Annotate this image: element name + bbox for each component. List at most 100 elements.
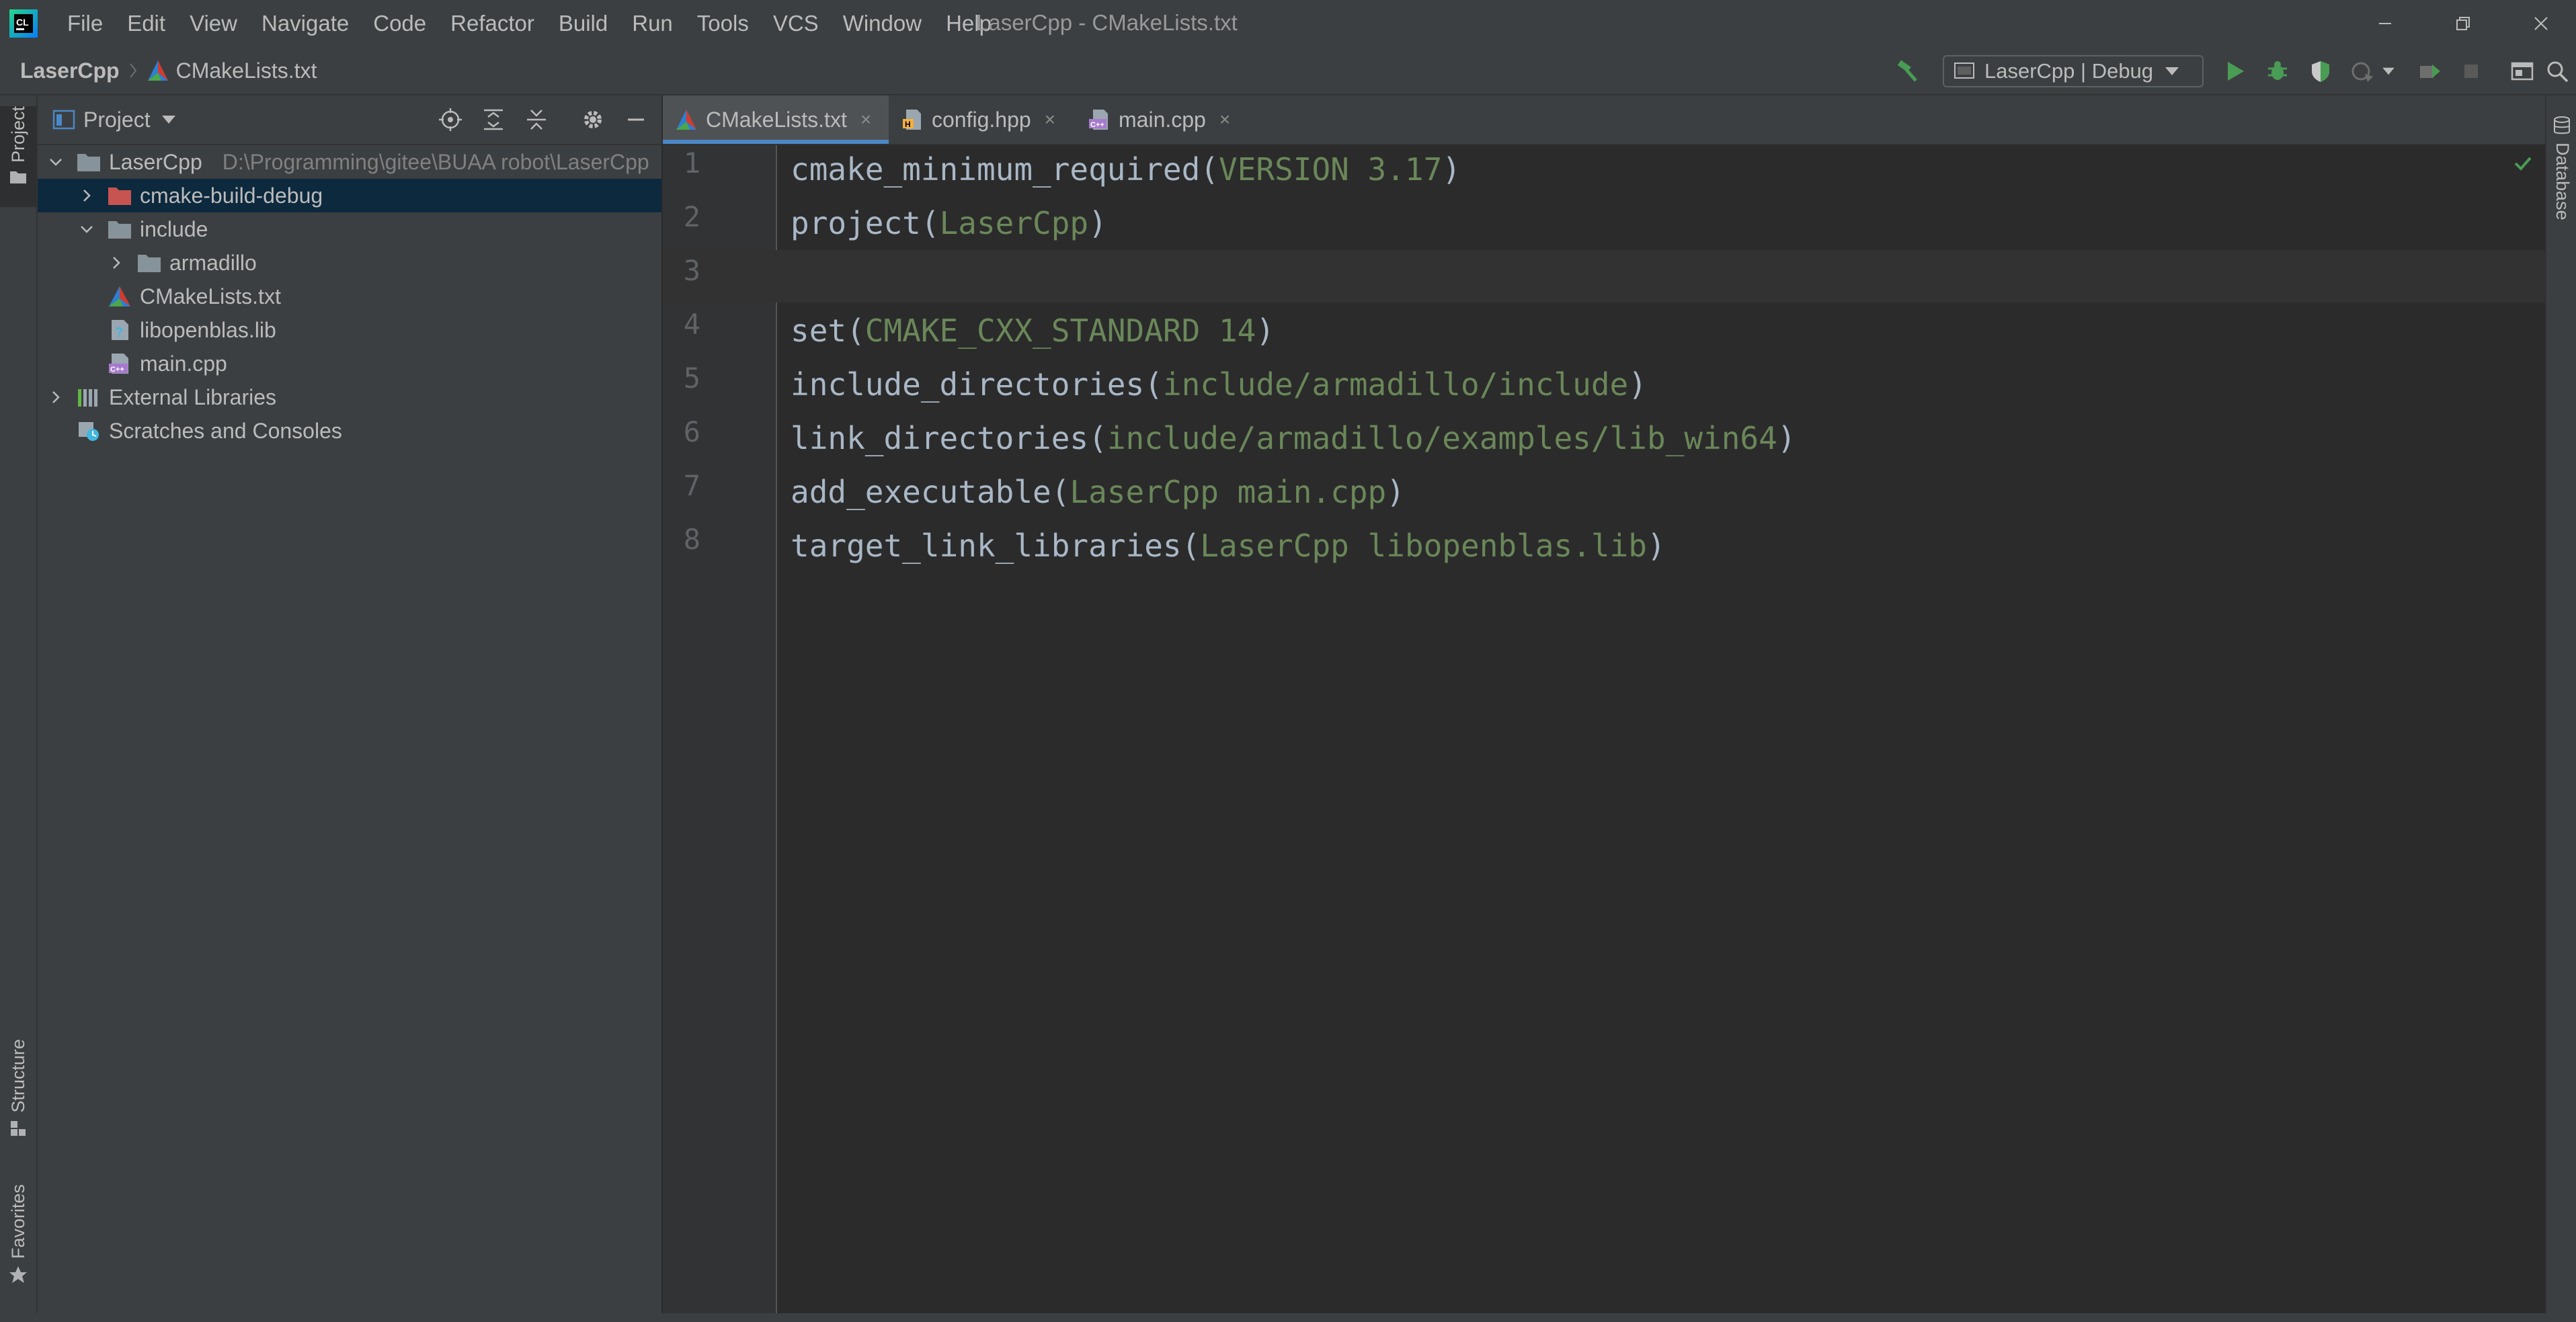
tree-item-external-libraries[interactable]: External Libraries — [38, 380, 661, 414]
tree-item-label: include — [140, 216, 208, 241]
project-tab-label: Project — [7, 106, 28, 163]
breadcrumb-file[interactable]: CMakeLists.txt — [147, 58, 317, 83]
database-icon — [2554, 116, 2570, 134]
code-line[interactable]: include_directories(include/armadillo/in… — [791, 358, 1647, 411]
line-number: 4 — [683, 308, 700, 341]
database-tool-tab[interactable]: Database — [2552, 142, 2573, 220]
menu-navigate[interactable]: Navigate — [249, 0, 361, 47]
gear-icon[interactable] — [581, 108, 605, 132]
structure-icon — [11, 1120, 26, 1136]
menu-vcs[interactable]: VCS — [761, 0, 831, 47]
search-everywhere-button[interactable] — [2544, 58, 2571, 85]
code-line[interactable]: add_executable(LaserCpp main.cpp) — [791, 465, 1405, 519]
tab-main-cpp[interactable]: C++ main.cpp × — [1076, 95, 1245, 144]
tab-label: config.hpp — [932, 107, 1031, 132]
tree-item-include[interactable]: include — [38, 212, 661, 246]
tree-item-label: External Libraries — [109, 384, 276, 409]
menu-code[interactable]: Code — [361, 0, 438, 47]
status-bar — [0, 1313, 2576, 1322]
code-line[interactable]: project(LaserCpp) — [791, 196, 1107, 250]
minimize-button[interactable] — [2346, 0, 2424, 47]
line-number: 5 — [683, 362, 700, 395]
chevron-down-icon[interactable] — [48, 155, 63, 169]
menu-refactor[interactable]: Refactor — [438, 0, 547, 47]
hide-panel-icon[interactable] — [624, 108, 648, 132]
project-structure-button[interactable] — [2509, 58, 2536, 85]
favorites-tool-tab[interactable]: Favorites — [0, 1184, 36, 1305]
project-tool-tab[interactable]: Project — [0, 106, 36, 207]
folder-icon — [10, 171, 26, 184]
expand-all-icon[interactable] — [481, 108, 506, 132]
collapse-all-icon[interactable] — [524, 108, 549, 132]
folder-icon — [77, 154, 100, 171]
tree-item-main-cpp[interactable]: C++ main.cpp — [38, 347, 661, 380]
close-tab-icon[interactable]: × — [860, 109, 871, 130]
close-window-button[interactable] — [2502, 0, 2576, 47]
restore-icon — [2456, 17, 2470, 30]
breadcrumb-project[interactable]: LaserCpp — [20, 58, 120, 83]
run-icon — [2228, 62, 2244, 81]
restore-button[interactable] — [2424, 0, 2502, 47]
run-config-label: LaserCpp | Debug — [1984, 59, 2154, 83]
attach-icon — [2420, 65, 2440, 78]
cmake-file-icon — [109, 286, 130, 306]
no-problems-check-icon[interactable] — [2513, 153, 2533, 173]
chevron-down-icon[interactable] — [161, 115, 176, 124]
svg-text:C++: C++ — [1090, 121, 1104, 129]
close-tab-icon[interactable]: × — [1045, 109, 1055, 130]
tree-item-scratches[interactable]: Scratches and Consoles — [38, 414, 661, 448]
window-title: LaserCpp - CMakeLists.txt — [976, 10, 1238, 35]
code-line[interactable]: target_link_libraries(LaserCpp libopenbl… — [791, 519, 1666, 573]
tab-config-hpp[interactable]: H config.hpp × — [889, 95, 1076, 144]
tree-item-armadillo[interactable]: armadillo — [38, 246, 661, 280]
breadcrumb-file-label: CMakeLists.txt — [175, 58, 317, 83]
code-line[interactable]: cmake_minimum_required(VERSION 3.17) — [791, 142, 1461, 196]
window-icon — [2511, 62, 2534, 81]
tab-cmakelists[interactable]: CMakeLists.txt × — [663, 95, 889, 144]
chevron-right-icon[interactable] — [79, 188, 94, 203]
run-button[interactable] — [2221, 58, 2248, 85]
run-configuration-select[interactable]: LaserCpp | Debug — [1943, 55, 2204, 87]
cpp-file-icon: C++ — [109, 354, 128, 374]
menu-edit[interactable]: Edit — [115, 0, 177, 47]
menu-run[interactable]: Run — [620, 0, 685, 47]
coverage-button[interactable] — [2307, 58, 2334, 85]
bug-icon — [2268, 61, 2287, 80]
stop-button[interactable] — [2458, 58, 2485, 85]
star-icon — [9, 1266, 27, 1284]
build-button[interactable] — [1894, 58, 1921, 85]
chevron-down-icon[interactable] — [79, 222, 94, 237]
menu-view[interactable]: View — [177, 0, 249, 47]
project-path: D:\Programming\gitee\BUAA robot\LaserCpp — [222, 149, 649, 174]
tree-item-libopenblas[interactable]: ? libopenblas.lib — [38, 313, 661, 347]
tree-item-label: armadillo — [169, 250, 257, 275]
code-line[interactable]: link_directories(include/armadillo/examp… — [791, 411, 1796, 465]
config-icon — [1954, 63, 1974, 79]
more-run-options-button[interactable] — [2380, 58, 2397, 85]
close-icon — [2534, 17, 2548, 30]
locate-icon[interactable] — [438, 108, 462, 132]
header-file-icon: H — [903, 110, 921, 130]
attach-process-button[interactable] — [2416, 58, 2443, 85]
menu-build[interactable]: Build — [547, 0, 620, 47]
search-icon — [2547, 61, 2569, 83]
close-tab-icon[interactable]: × — [1219, 109, 1230, 130]
debug-button[interactable] — [2264, 58, 2291, 85]
cmake-file-icon — [147, 60, 168, 81]
menu-tools[interactable]: Tools — [685, 0, 761, 47]
folder-icon — [138, 255, 161, 272]
menu-window[interactable]: Window — [831, 0, 934, 47]
chevron-right-icon[interactable] — [109, 255, 124, 270]
tree-item-label: main.cpp — [140, 351, 227, 376]
tree-item-cmake-build-debug[interactable]: cmake-build-debug — [38, 179, 661, 212]
current-line-highlight — [663, 250, 2545, 302]
tree-item-cmakelists[interactable]: CMakeLists.txt — [38, 280, 661, 313]
right-tool-strip: Database — [2545, 95, 2576, 1313]
tree-item-lasercpp[interactable]: LaserCpp D:\Programming\gitee\BUAA robot\… — [38, 145, 661, 179]
profile-button[interactable] — [2349, 58, 2376, 85]
structure-tool-tab[interactable]: Structure — [0, 1039, 36, 1160]
project-panel-title[interactable]: Project — [83, 108, 151, 132]
menu-file[interactable]: File — [55, 0, 115, 47]
chevron-right-icon[interactable] — [48, 390, 63, 405]
code-line[interactable]: set(CMAKE_CXX_STANDARD 14) — [791, 304, 1275, 358]
